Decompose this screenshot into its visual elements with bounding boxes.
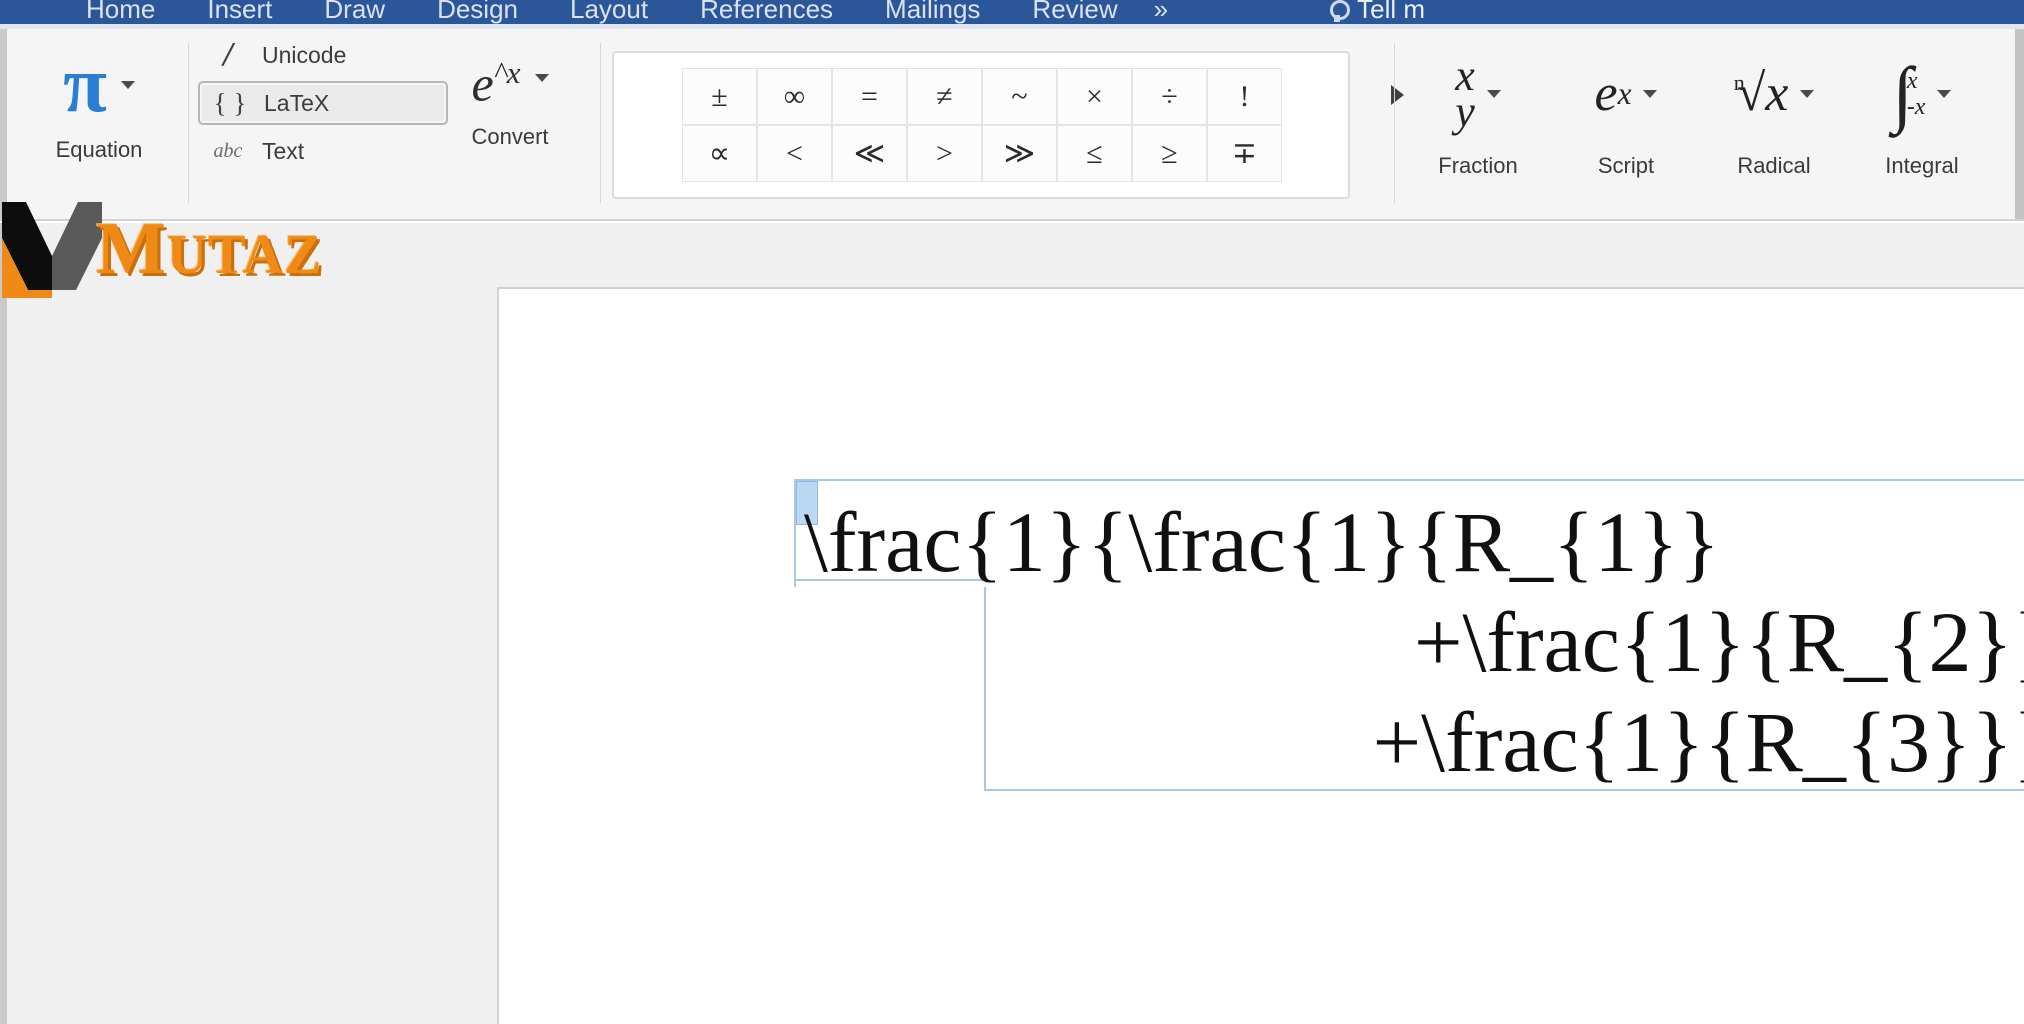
symbol-greater-equal[interactable]: ≥ xyxy=(1132,125,1207,182)
ribbon-group-symbols: ± ∞ = ≠ ~ × ÷ ! ∝ < ≪ > ≫ ≤ ≥ ∓ xyxy=(612,29,1404,221)
symbol-not-equals[interactable]: ≠ xyxy=(907,68,982,125)
equation-latex-content[interactable]: \frac{1}{\frac{1}{R_{1}} +\frac{1}{R_{2}… xyxy=(804,492,2024,792)
symbols-grid: ± ∞ = ≠ ~ × ÷ ! ∝ < ≪ > ≫ ≤ ≥ ∓ xyxy=(682,68,1282,182)
chevron-down-icon[interactable] xyxy=(120,81,135,89)
pi-icon: π xyxy=(63,41,107,129)
convert-button-label: Convert xyxy=(471,123,549,149)
conversion-latex[interactable]: { } LaTeX xyxy=(198,81,448,125)
tab-review[interactable]: Review xyxy=(1006,0,1143,24)
radical-button[interactable]: n √x Radical xyxy=(1700,39,1848,179)
document-canvas: \frac{1}{\frac{1}{R_{1}} +\frac{1}{R_{2}… xyxy=(0,223,2024,1024)
equation-button-label: Equation xyxy=(55,137,143,162)
symbol-equals[interactable]: = xyxy=(832,68,907,125)
gallery-more-arrow-icon[interactable] xyxy=(1391,85,1404,105)
tab-home[interactable]: Home xyxy=(60,0,181,24)
symbol-plus-minus[interactable]: ± xyxy=(682,68,757,125)
tell-me-label: Tell m xyxy=(1357,0,1426,24)
mutaz-watermark: MUTAZ xyxy=(0,186,322,298)
integral-button[interactable]: ∫ x -x Integral xyxy=(1848,39,1996,179)
abc-text-icon: abc xyxy=(213,139,243,162)
conversion-unicode-label: Unicode xyxy=(262,41,347,68)
conversion-latex-label: LaTeX xyxy=(264,89,330,116)
radical-label: Radical xyxy=(1737,153,1811,178)
symbol-times[interactable]: × xyxy=(1057,68,1132,125)
mutaz-text-lead: M xyxy=(96,208,167,290)
group-divider xyxy=(1394,43,1395,203)
chevron-down-icon[interactable] xyxy=(1937,90,1952,98)
symbol-less-equal[interactable]: ≤ xyxy=(1057,125,1132,182)
ribbon-tab-bar: Home Insert Draw Design Layout Reference… xyxy=(0,0,2024,24)
fraction-label: Fraction xyxy=(1438,153,1518,178)
e-to-x-icon: e^x xyxy=(471,55,521,112)
script-button[interactable]: ex Script xyxy=(1552,39,1700,179)
tab-draw[interactable]: Draw xyxy=(298,0,411,24)
equation-button[interactable]: π Equation xyxy=(56,29,143,163)
symbol-minus-plus[interactable]: ∓ xyxy=(1207,125,1282,182)
tab-layout[interactable]: Layout xyxy=(544,0,674,24)
integral-icon: ∫ x -x xyxy=(1892,53,1926,135)
tab-mailings[interactable]: Mailings xyxy=(859,0,1006,24)
conversion-unicode[interactable]: / Unicode xyxy=(198,33,448,77)
symbol-factorial[interactable]: ! xyxy=(1207,68,1282,125)
document-page[interactable]: \frac{1}{\frac{1}{R_{1}} +\frac{1}{R_{2}… xyxy=(497,287,2024,1024)
word-equation-editor-window: Home Insert Draw Design Layout Reference… xyxy=(0,0,2024,1024)
ribbon-group-structures: x y Fraction ex Script n √x Radical ∫ x … xyxy=(1404,29,2004,221)
unicode-slash-icon: / xyxy=(223,36,233,73)
group-divider xyxy=(600,43,601,203)
tab-references[interactable]: References xyxy=(674,0,859,24)
chevron-down-icon[interactable] xyxy=(1800,90,1815,98)
convert-button[interactable]: e^x Convert xyxy=(471,29,549,150)
symbol-proportional[interactable]: ∝ xyxy=(682,125,757,182)
symbol-tilde[interactable]: ~ xyxy=(982,68,1057,125)
symbol-much-less[interactable]: ≪ xyxy=(832,125,907,182)
tell-me-search[interactable]: Tell m xyxy=(1327,0,1425,24)
symbol-less-than[interactable]: < xyxy=(757,125,832,182)
symbol-infinity[interactable]: ∞ xyxy=(757,68,832,125)
integral-label: Integral xyxy=(1885,153,1959,178)
tab-design[interactable]: Design xyxy=(411,0,544,24)
chevron-down-icon[interactable] xyxy=(534,74,549,83)
equation-line-2: +\frac{1}{R_{2}} xyxy=(1413,594,2024,690)
equation-line-3: +\frac{1}{R_{3}}} xyxy=(1372,694,2024,790)
mutaz-text-rest: UTAZ xyxy=(166,224,323,286)
tab-overflow-button[interactable]: » xyxy=(1144,0,1177,24)
tab-insert[interactable]: Insert xyxy=(181,0,298,24)
lightbulb-icon xyxy=(1327,0,1351,24)
mutaz-m-logo-icon xyxy=(0,194,104,298)
chevron-down-icon[interactable] xyxy=(1643,90,1658,98)
ribbon-group-convert: e^x Convert xyxy=(430,29,590,221)
conversion-text-label: Text xyxy=(262,137,305,164)
symbol-greater-than[interactable]: > xyxy=(907,125,982,182)
script-label: Script xyxy=(1597,153,1655,178)
group-divider xyxy=(188,43,189,203)
chevron-down-icon[interactable] xyxy=(1486,90,1501,98)
fraction-icon: x y xyxy=(1455,51,1475,136)
symbol-divide[interactable]: ÷ xyxy=(1132,68,1207,125)
script-icon: ex xyxy=(1594,65,1632,122)
fraction-button[interactable]: x y Fraction xyxy=(1404,39,1552,179)
symbol-much-greater[interactable]: ≫ xyxy=(982,125,1057,182)
symbols-gallery: ± ∞ = ≠ ~ × ÷ ! ∝ < ≪ > ≫ ≤ ≥ ∓ xyxy=(612,51,1350,199)
equation-line-1: \frac{1}{\frac{1}{R_{1}} xyxy=(804,494,1720,590)
latex-braces-icon: { } xyxy=(213,87,247,118)
conversion-text[interactable]: abc Text xyxy=(198,129,448,173)
radical-icon: n √x xyxy=(1733,65,1789,122)
mutaz-watermark-text: MUTAZ xyxy=(96,212,322,292)
